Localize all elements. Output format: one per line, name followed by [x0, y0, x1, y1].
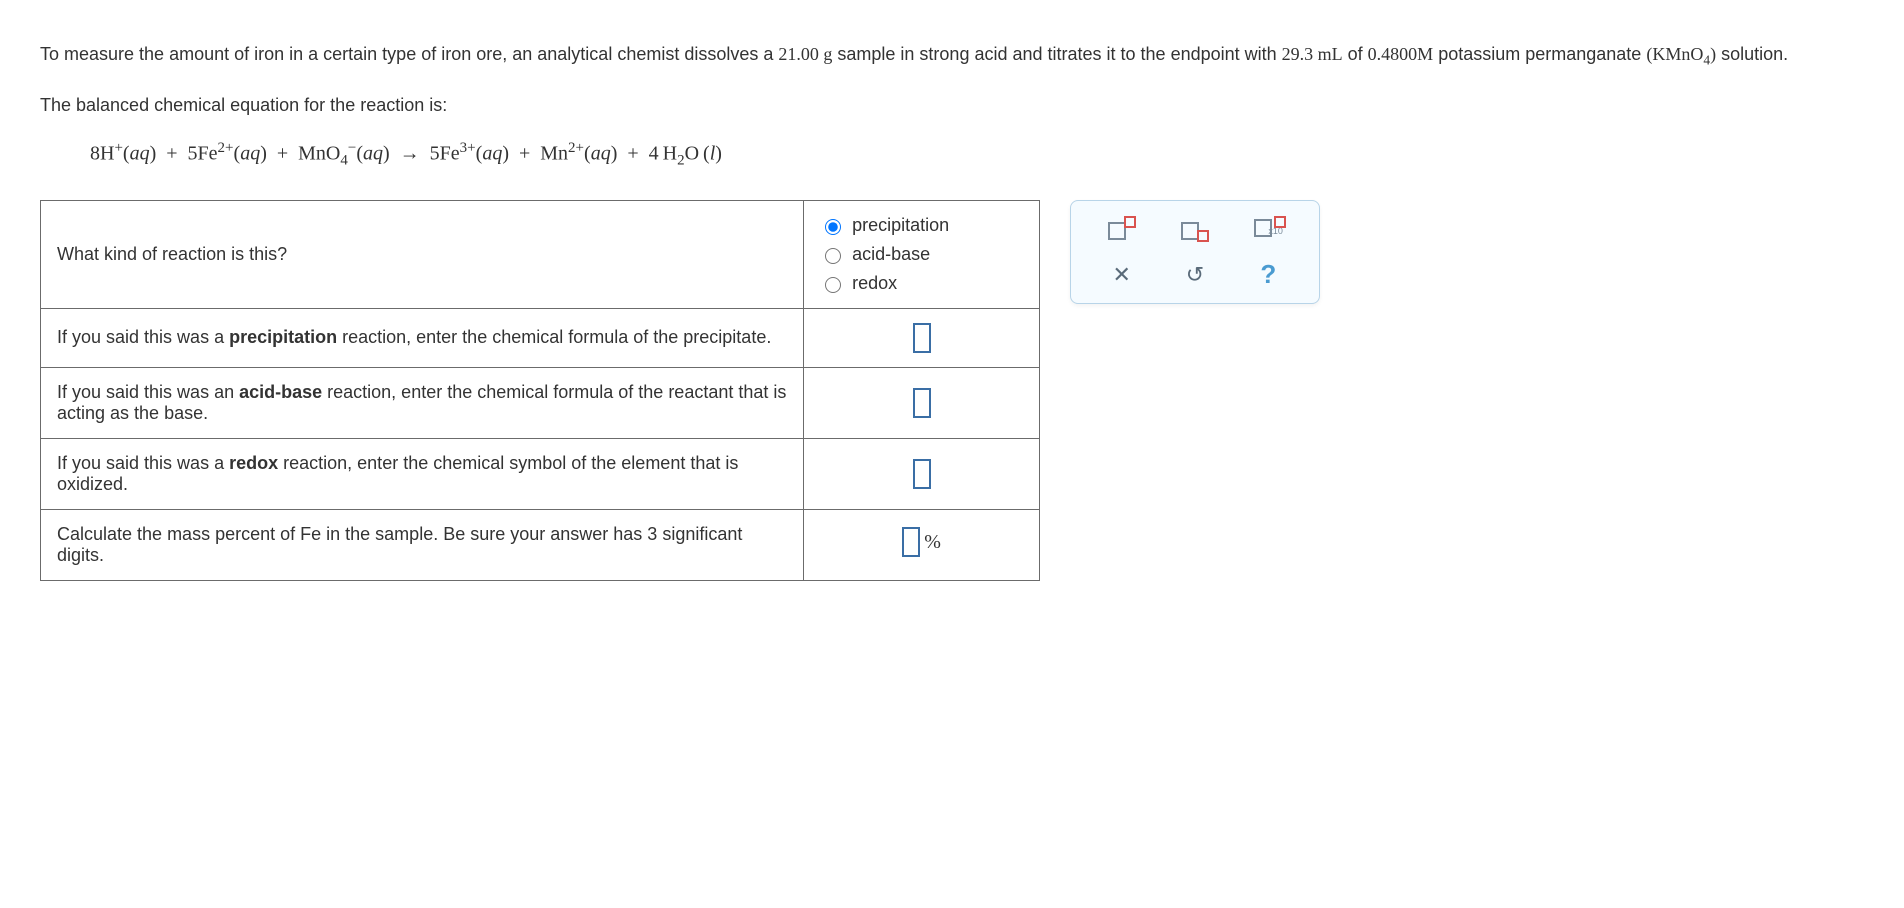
text-bold: acid-base [239, 382, 322, 402]
reset-button[interactable]: ↺ [1175, 259, 1215, 291]
subscript-button[interactable] [1175, 213, 1215, 245]
fe-symbol: Fe [300, 524, 321, 544]
question-table: What kind of reaction is this? precipita… [40, 200, 1040, 581]
help-button[interactable]: ? [1248, 259, 1288, 291]
reagent-formula: (KMnO4) [1646, 44, 1716, 64]
radio-acid-base[interactable]: acid-base [820, 244, 930, 265]
text-bold: redox [229, 453, 278, 473]
reaction-type-radio-group: precipitation acid-base redox [820, 215, 1023, 294]
text: If you said this was a [57, 453, 229, 473]
text: reaction, enter the chemical formula of … [337, 327, 771, 347]
radio-redox-input[interactable] [825, 277, 841, 293]
clear-button[interactable]: ✕ [1102, 259, 1142, 291]
base-input[interactable] [913, 388, 931, 418]
text: potassium permanganate [1433, 44, 1646, 64]
percent-symbol: % [924, 531, 941, 554]
q2-prompt: If you said this was a precipitation rea… [41, 308, 804, 367]
mass-percent-input[interactable] [902, 527, 920, 557]
oxidized-element-input[interactable] [913, 459, 931, 489]
text: If you said this was an [57, 382, 239, 402]
balanced-eq-label: The balanced chemical equation for the r… [40, 91, 1864, 120]
mass-value: 21.00 g [778, 44, 832, 64]
radio-redox[interactable]: redox [820, 273, 897, 294]
text: If you said this was a [57, 327, 229, 347]
q4-prompt: If you said this was a redox reaction, e… [41, 438, 804, 509]
radio-precipitation-input[interactable] [825, 219, 841, 235]
radio-label: redox [852, 273, 897, 294]
input-toolbar: x10 ✕ ↺ ? [1070, 200, 1320, 304]
molarity-value: 0.4800M [1368, 44, 1434, 64]
q3-prompt: If you said this was an acid-base reacti… [41, 367, 804, 438]
precipitate-input[interactable] [913, 323, 931, 353]
close-icon: ✕ [1112, 262, 1130, 288]
q1-prompt: What kind of reaction is this? [41, 200, 804, 308]
problem-statement: To measure the amount of iron in a certa… [40, 40, 1864, 71]
radio-label: precipitation [852, 215, 949, 236]
text: solution. [1716, 44, 1788, 64]
chemical-equation: 8H+(aq) + 5Fe2+(aq) + MnO4−(aq) → 5Fe3+(… [90, 140, 1864, 170]
sci-notation-button[interactable]: x10 [1248, 213, 1288, 245]
q5-prompt: Calculate the mass percent of Fe in the … [41, 509, 804, 580]
text-bold: precipitation [229, 327, 337, 347]
text: Calculate the mass percent of [57, 524, 300, 544]
radio-label: acid-base [852, 244, 930, 265]
volume-value: 29.3 mL [1282, 44, 1343, 64]
text: of [1343, 44, 1368, 64]
undo-icon: ↺ [1186, 262, 1204, 288]
radio-precipitation[interactable]: precipitation [820, 215, 949, 236]
superscript-button[interactable] [1102, 213, 1142, 245]
text: To measure the amount of iron in a certa… [40, 44, 778, 64]
radio-acid-base-input[interactable] [825, 248, 841, 264]
help-icon: ? [1260, 259, 1276, 290]
text: sample in strong acid and titrates it to… [832, 44, 1281, 64]
